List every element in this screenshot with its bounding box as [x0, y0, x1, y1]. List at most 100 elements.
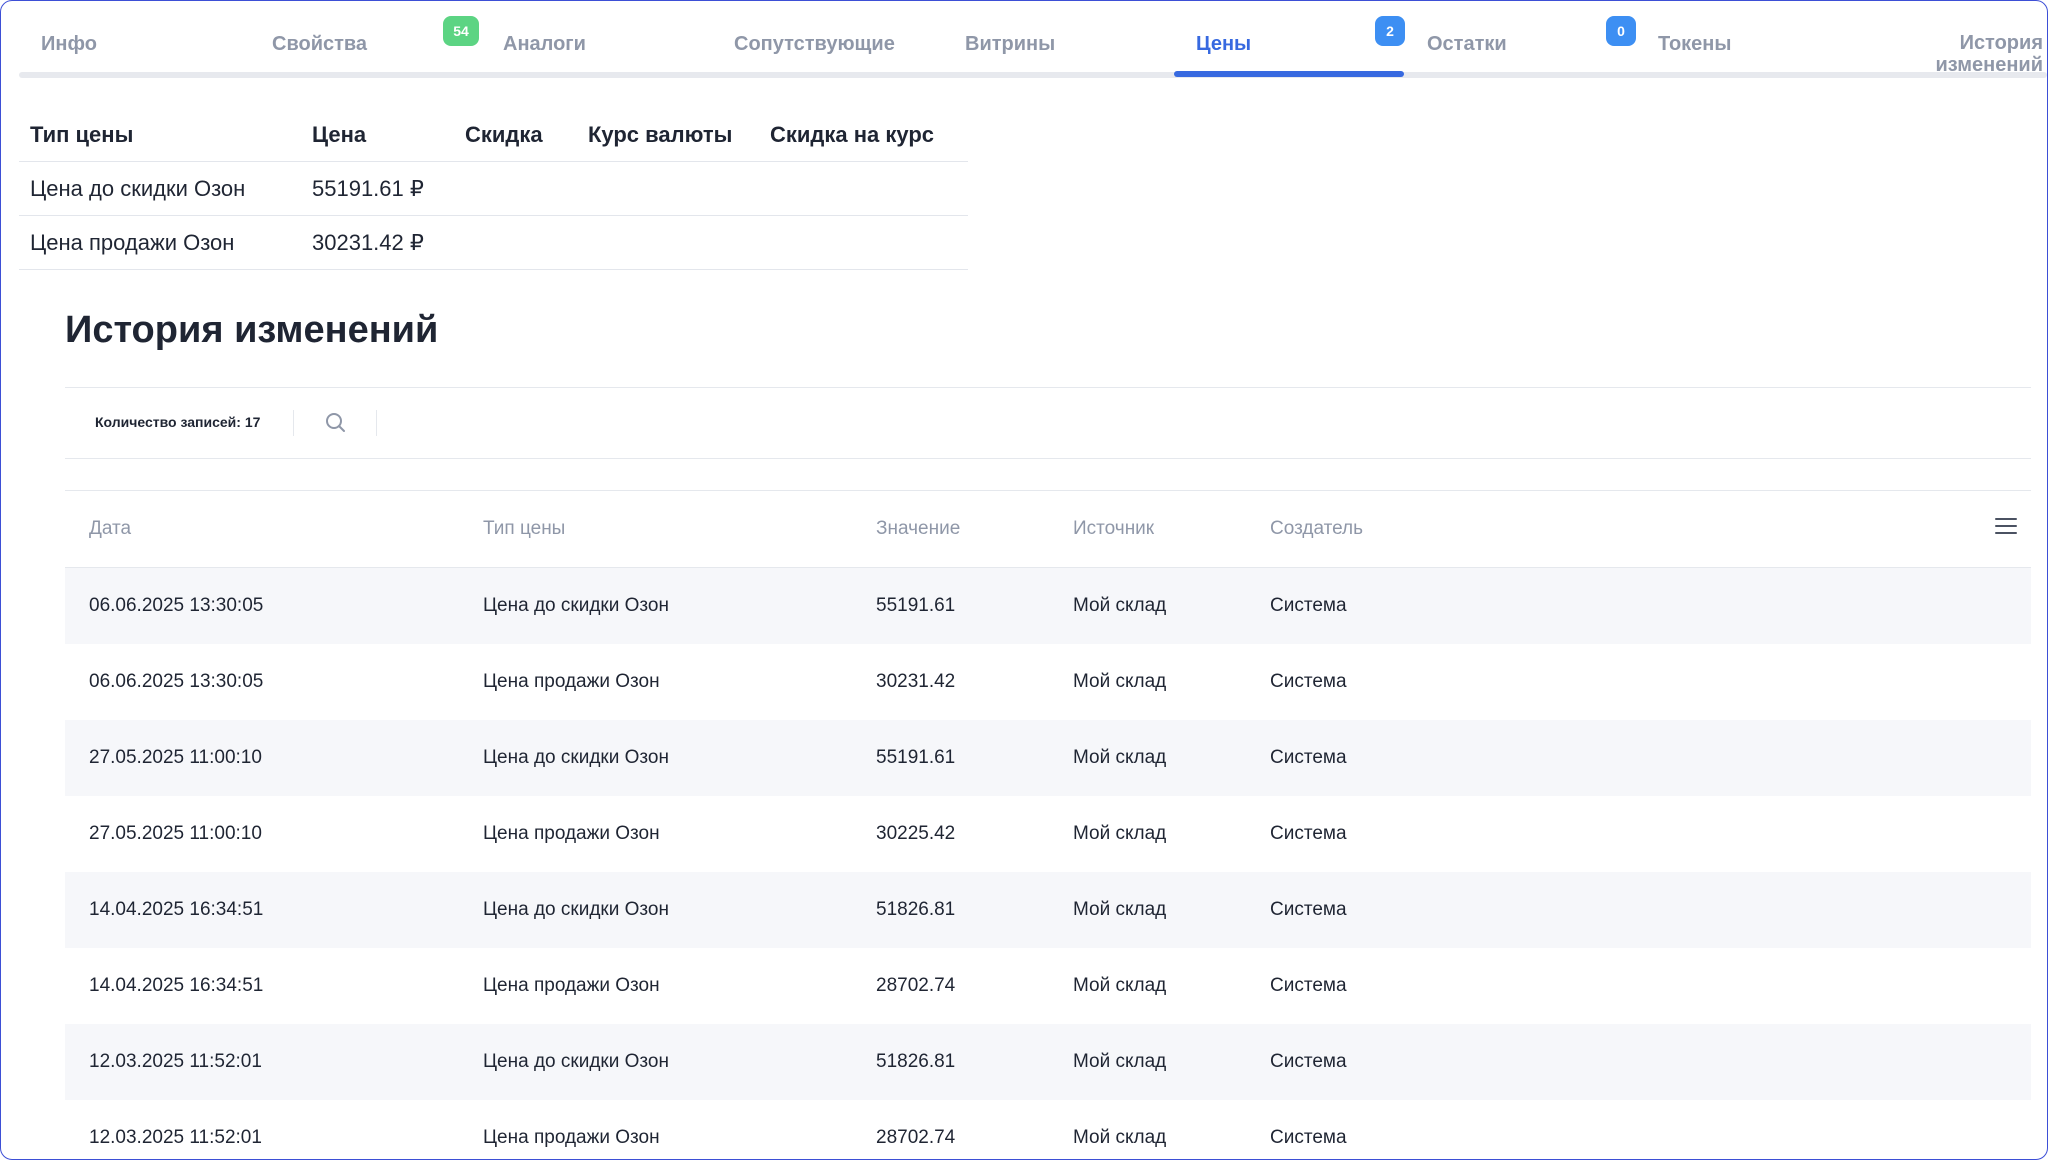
tab-showcases[interactable]: Витрины [943, 15, 1173, 73]
analogs-count-badge: 54 [443, 16, 479, 46]
tab-info[interactable]: Инфо [19, 15, 249, 73]
cell-source: Мой склад [1073, 671, 1167, 692]
toolbar-divider [376, 410, 377, 436]
price-type: Цена продажи Озон [19, 215, 301, 270]
stock-count-badge: 2 [1375, 16, 1405, 46]
history-header-row: Дата Тип цены Значение Источник Создател… [65, 491, 2031, 568]
cell-price-type: Цена продажи Озон [483, 671, 660, 692]
price-rate [577, 215, 759, 270]
cell-creator: Система [1270, 1127, 1347, 1148]
tab-bar: Инфо Свойства 54 Аналоги Сопутствующие В… [19, 1, 2047, 79]
tab-related[interactable]: Сопутствующие [712, 15, 942, 73]
cell-source: Мой склад [1073, 823, 1167, 844]
tab-analogs[interactable]: Аналоги [481, 15, 711, 73]
cell-value: 55191.61 [876, 747, 956, 768]
cell-source: Мой склад [1073, 595, 1167, 616]
prices-table: Тип цены Цена Скидка Курс валюты Скидка … [19, 108, 968, 270]
tab-label: Цены [1196, 33, 1252, 55]
col-header-price-type: Тип цены [19, 108, 301, 162]
table-row[interactable]: 06.06.2025 13:30:05 Цена продажи Озон 30… [65, 644, 2031, 720]
price-discount [454, 161, 577, 216]
cell-source: Мой склад [1073, 1127, 1167, 1148]
price-value: 30231.42 ₽ [301, 215, 454, 270]
table-row[interactable]: 06.06.2025 13:30:05 Цена до скидки Озон … [65, 568, 2031, 644]
col-header-value[interactable]: Значение [876, 491, 960, 567]
col-header-source[interactable]: Источник [1073, 491, 1154, 567]
tab-prices[interactable]: Цены [1174, 15, 1404, 77]
divider [65, 458, 2031, 459]
price-rate-discount [759, 215, 968, 270]
prices-header-row: Тип цены Цена Скидка Курс валюты Скидка … [19, 108, 968, 162]
price-discount [454, 215, 577, 270]
tab-label: Витрины [965, 33, 1056, 55]
table-row[interactable]: 14.04.2025 16:34:51 Цена до скидки Озон … [65, 872, 2031, 948]
price-row: Цена до скидки Озон 55191.61 ₽ [19, 161, 968, 216]
tab-label: Остатки [1427, 33, 1507, 55]
tab-label: Сопутствующие [734, 33, 895, 55]
cell-creator: Система [1270, 899, 1347, 920]
price-value: 55191.61 ₽ [301, 161, 454, 216]
tab-history[interactable]: История изменений [1914, 15, 2047, 76]
cell-value: 55191.61 [876, 595, 956, 616]
col-header-price: Цена [301, 108, 454, 162]
cell-date: 27.05.2025 11:00:10 [89, 823, 262, 844]
cell-creator: Система [1270, 975, 1347, 996]
price-row: Цена продажи Озон 30231.42 ₽ [19, 215, 968, 270]
cell-source: Мой склад [1073, 747, 1167, 768]
col-header-price-type[interactable]: Тип цены [483, 491, 565, 567]
cell-date: 12.03.2025 11:52:01 [89, 1127, 262, 1148]
cell-date: 14.04.2025 16:34:51 [89, 899, 264, 920]
cell-source: Мой склад [1073, 899, 1167, 920]
table-row[interactable]: 27.05.2025 11:00:10 Цена до скидки Озон … [65, 720, 2031, 796]
cell-date: 12.03.2025 11:52:01 [89, 1051, 262, 1072]
cell-date: 27.05.2025 11:00:10 [89, 747, 262, 768]
col-header-date[interactable]: Дата [89, 491, 131, 567]
col-header-creator[interactable]: Создатель [1270, 491, 1363, 567]
price-rate [577, 161, 759, 216]
table-row[interactable]: 14.04.2025 16:34:51 Цена продажи Озон 28… [65, 948, 2031, 1024]
tab-label-line1: История [1959, 32, 2043, 54]
history-title: История изменений [65, 309, 439, 351]
col-header-rate-discount: Скидка на курс [759, 108, 968, 162]
price-rate-discount [759, 161, 968, 216]
col-header-discount: Скидка [454, 108, 577, 162]
cell-value: 28702.74 [876, 1127, 956, 1148]
cell-creator: Система [1270, 595, 1347, 616]
cell-price-type: Цена продажи Озон [483, 1127, 660, 1148]
records-count: Количество записей: 17 [95, 414, 261, 430]
search-icon [326, 413, 345, 432]
history-table: Дата Тип цены Значение Источник Создател… [65, 491, 2031, 1159]
columns-menu-button[interactable] [1995, 518, 2017, 538]
tab-tokens[interactable]: Токены [1636, 15, 1866, 73]
col-header-currency-rate: Курс валюты [577, 108, 759, 162]
cell-price-type: Цена до скидки Озон [483, 747, 669, 768]
tab-label: Свойства [272, 33, 368, 55]
cell-value: 51826.81 [876, 899, 956, 920]
table-row[interactable]: 27.05.2025 11:00:10 Цена продажи Озон 30… [65, 796, 2031, 872]
table-row[interactable]: 12.03.2025 11:52:01 Цена продажи Озон 28… [65, 1100, 2031, 1159]
cell-price-type: Цена продажи Озон [483, 823, 660, 844]
history-toolbar: Количество записей: 17 [65, 388, 2031, 458]
toolbar-divider [293, 410, 294, 436]
cell-price-type: Цена до скидки Озон [483, 899, 669, 920]
cell-source: Мой склад [1073, 1051, 1167, 1072]
cell-value: 28702.74 [876, 975, 956, 996]
cell-value: 51826.81 [876, 1051, 956, 1072]
table-row[interactable]: 12.03.2025 11:52:01 Цена до скидки Озон … [65, 1024, 2031, 1100]
cell-creator: Система [1270, 1051, 1347, 1072]
tab-label: Аналоги [503, 33, 586, 55]
search-button[interactable] [323, 410, 349, 436]
cell-creator: Система [1270, 747, 1347, 768]
cell-price-type: Цена до скидки Озон [483, 595, 669, 616]
active-tab-indicator [1174, 71, 1404, 77]
cell-value: 30231.42 [876, 671, 956, 692]
cell-source: Мой склад [1073, 975, 1167, 996]
tab-label-line2: изменений [1935, 54, 2043, 76]
cell-date: 06.06.2025 13:30:05 [89, 671, 264, 692]
price-type: Цена до скидки Озон [19, 161, 301, 216]
app-frame: Инфо Свойства 54 Аналоги Сопутствующие В… [0, 0, 2048, 1160]
cell-value: 30225.42 [876, 823, 956, 844]
tab-label: Токены [1658, 33, 1732, 55]
tab-stock[interactable]: Остатки [1405, 15, 1635, 73]
cell-creator: Система [1270, 823, 1347, 844]
